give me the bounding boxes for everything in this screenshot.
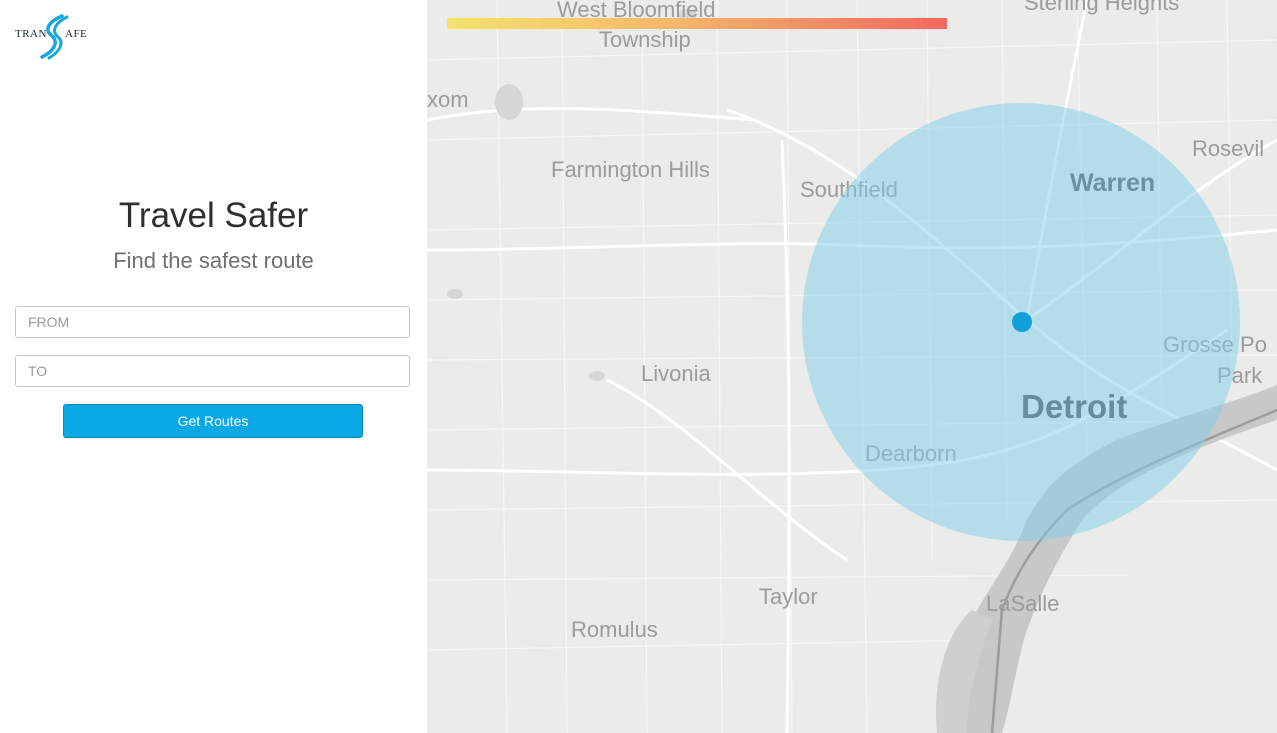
sidebar: TRAN AFE Travel Safer Find the safest ro… — [0, 0, 427, 733]
page-subtitle: Find the safest route — [113, 248, 314, 273]
logo-text-right: AFE — [65, 28, 88, 40]
get-routes-button[interactable]: Get Routes — [63, 404, 363, 438]
to-input[interactable] — [15, 355, 410, 387]
map-label: Township — [599, 27, 691, 52]
transafe-logo[interactable]: TRAN AFE — [14, 14, 90, 60]
map-label: Taylor — [759, 584, 818, 609]
map-label: Sterling Heights — [1024, 0, 1179, 15]
safety-gradient-bar — [447, 18, 947, 29]
map-label: Rosevil — [1192, 136, 1264, 161]
map-label: Livonia — [641, 361, 711, 386]
location-marker-icon[interactable] — [1012, 312, 1032, 332]
logo-text-left: TRAN — [15, 28, 47, 40]
map-label: LaSalle — [986, 591, 1059, 616]
map[interactable]: West Bloomfield Township Sterling Height… — [427, 0, 1277, 733]
map-label: Romulus — [571, 617, 658, 642]
from-input[interactable] — [15, 306, 410, 338]
map-canvas[interactable]: West Bloomfield Township Sterling Height… — [427, 0, 1277, 733]
map-label: Farmington Hills — [551, 157, 710, 182]
map-label: xom — [427, 87, 469, 112]
page-title: Travel Safer — [118, 196, 309, 235]
